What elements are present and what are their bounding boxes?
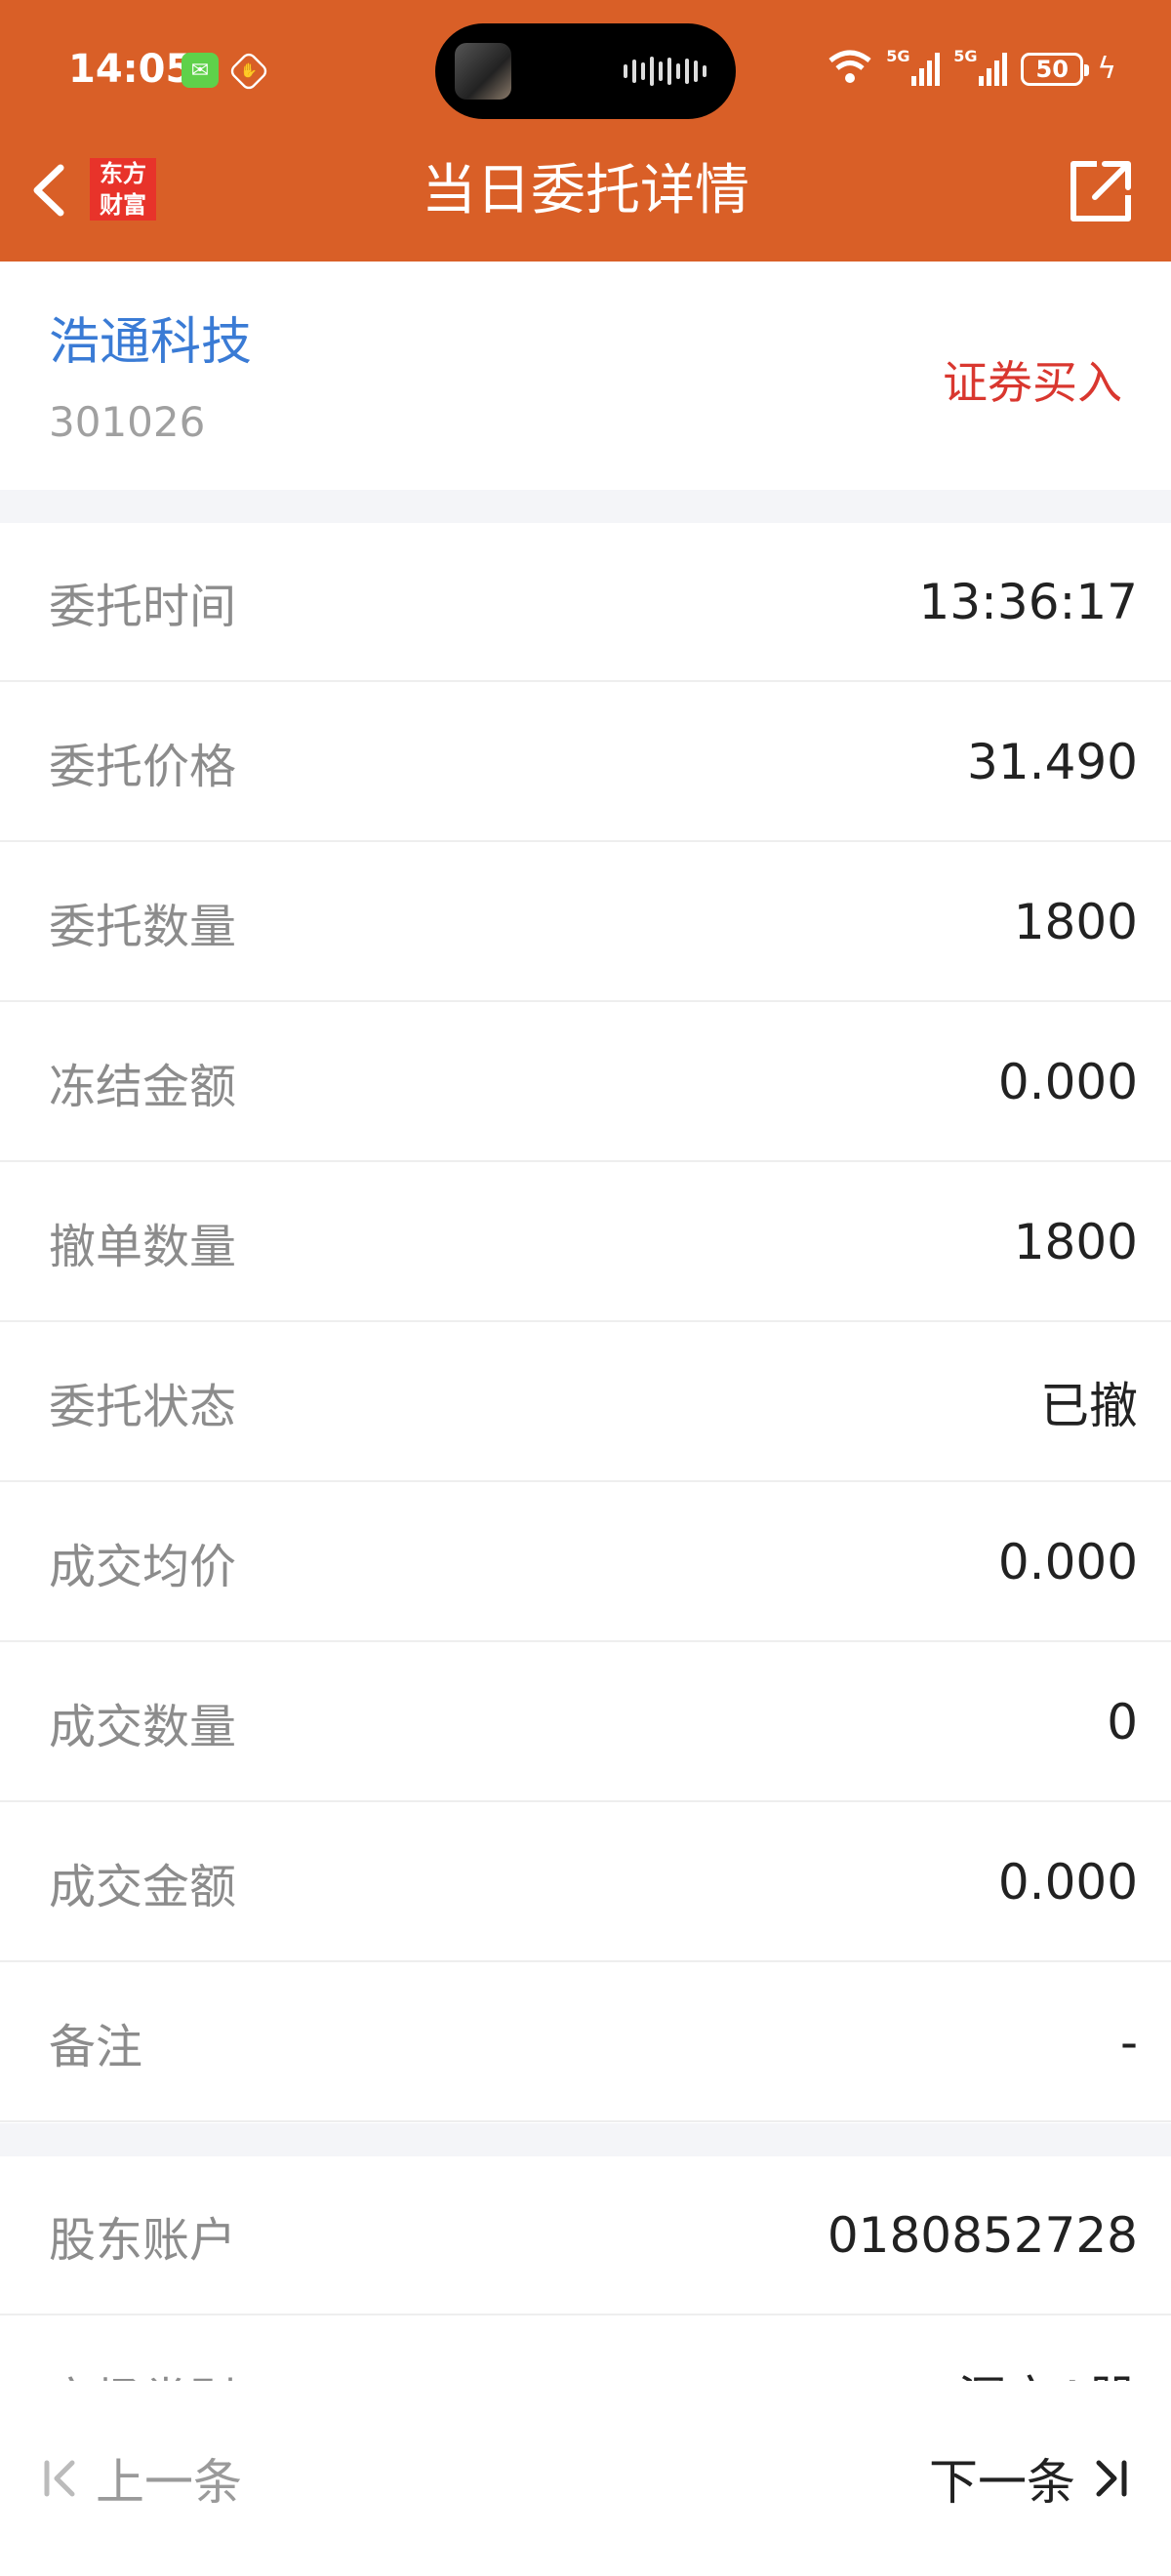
detail-row: 撤单数量 1800 [0, 1163, 1171, 1322]
detail-value: 1800 [1013, 1213, 1138, 1270]
battery-icon: 50 [1021, 53, 1090, 86]
detail-row: 委托数量 1800 [0, 843, 1171, 1002]
detail-label: 成交金额 [49, 1859, 237, 1914]
detail-value: 1800 [1013, 893, 1138, 950]
signal-icon-2: 5G [953, 47, 1008, 86]
detail-value: 0 [1107, 1693, 1138, 1751]
network-type-2: 5G [953, 47, 978, 65]
gesture-icon: ✋ [227, 50, 270, 93]
share-button[interactable] [1062, 152, 1140, 230]
detail-value: 0.000 [997, 1853, 1138, 1911]
detail-label: 委托数量 [49, 899, 237, 954]
skip-next-icon [1096, 2460, 1127, 2497]
media-thumbnail [455, 43, 511, 100]
wifi-icon [828, 47, 872, 86]
detail-row: 成交均价 0.000 [0, 1483, 1171, 1642]
detail-value: - [1119, 2013, 1138, 2071]
next-button[interactable]: 下一条 [929, 2443, 1132, 2514]
next-label: 下一条 [929, 2454, 1075, 2511]
audio-wave-icon [624, 57, 707, 86]
footer-nav: 上一条 下一条 [0, 2381, 1171, 2576]
status-time: 14:05 [68, 47, 193, 92]
trade-type-badge: 证券买入 [943, 356, 1122, 409]
detail-row: 委托价格 31.490 [0, 683, 1171, 842]
detail-row: 成交数量 0 [0, 1643, 1171, 1802]
skip-previous-icon [44, 2460, 75, 2497]
detail-row: 委托时间 13:36:17 [0, 523, 1171, 682]
detail-value: 13:36:17 [918, 573, 1138, 630]
network-type-1: 5G [886, 47, 910, 65]
detail-label: 委托价格 [49, 739, 237, 794]
detail-value: 0.000 [997, 1533, 1138, 1590]
charging-icon: ϟ [1097, 52, 1116, 86]
detail-value: 0180852728 [827, 2206, 1138, 2264]
detail-row: 冻结金额 0.000 [0, 1003, 1171, 1162]
detail-row: 备注 - [0, 1963, 1171, 2122]
dynamic-island[interactable] [435, 23, 736, 119]
app-header: 14:05 ✉ ✋ 5G 5G 50 ϟ 东方 财富 当日委托详情 [0, 0, 1171, 262]
detail-row: 成交金额 0.000 [0, 1803, 1171, 1962]
detail-label: 成交均价 [49, 1539, 237, 1594]
stock-code: 301026 [49, 398, 206, 446]
section-divider [0, 490, 1171, 523]
detail-value: 31.490 [967, 733, 1138, 790]
detail-label: 成交数量 [49, 1699, 237, 1754]
detail-label: 委托时间 [49, 579, 237, 634]
detail-label: 冻结金额 [49, 1059, 237, 1114]
previous-button[interactable]: 上一条 [39, 2443, 242, 2514]
share-icon [1070, 161, 1131, 221]
detail-label: 委托状态 [49, 1379, 237, 1434]
signal-icon-1: 5G [886, 47, 941, 86]
status-bar: 14:05 ✉ ✋ 5G 5G 50 ϟ [0, 0, 1171, 141]
detail-label: 撤单数量 [49, 1219, 237, 1274]
wechat-icon: ✉ [182, 53, 219, 88]
detail-row: 股东账户 0180852728 [0, 2156, 1171, 2315]
stock-name[interactable]: 浩通科技 [49, 301, 252, 374]
page-title: 当日委托详情 [422, 159, 749, 222]
section-divider [0, 2123, 1171, 2156]
detail-label: 股东账户 [49, 2212, 237, 2268]
detail-label: 备注 [49, 2019, 143, 2074]
status-indicators: 5G 5G 50 ϟ [828, 47, 1116, 86]
stock-card: 浩通科技 301026 证券买入 [0, 262, 1171, 490]
detail-value: 已撤 [1040, 1377, 1138, 1434]
previous-label: 上一条 [96, 2454, 242, 2511]
detail-value: 0.000 [997, 1053, 1138, 1110]
battery-level: 50 [1035, 56, 1069, 83]
detail-row: 委托状态 已撤 [0, 1323, 1171, 1482]
